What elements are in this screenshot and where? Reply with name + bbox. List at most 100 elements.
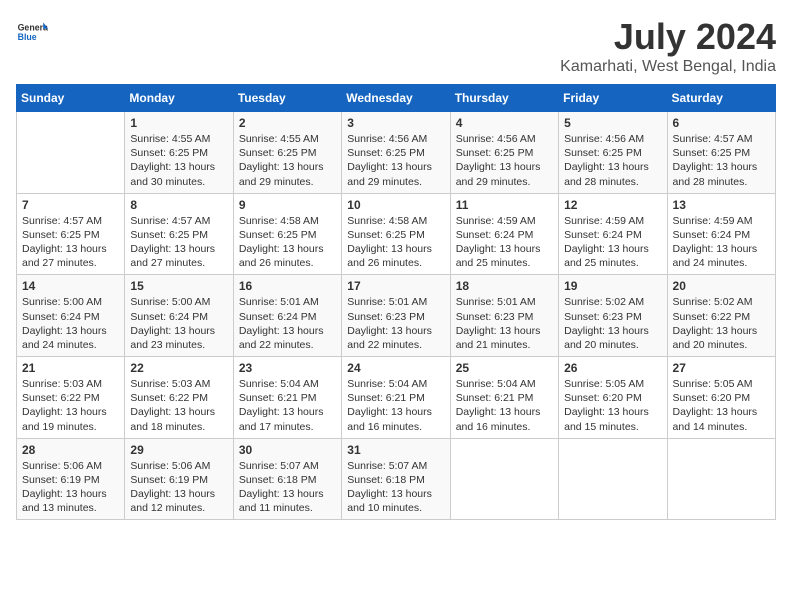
cell-info: and 10 minutes. [347,501,444,515]
day-number: 27 [673,361,770,375]
cell-info: Sunrise: 5:07 AM [347,459,444,473]
cell-info: Sunrise: 4:59 AM [456,214,553,228]
cell-info: Daylight: 13 hours [22,405,119,419]
calendar-cell: 10Sunrise: 4:58 AMSunset: 6:25 PMDayligh… [342,193,450,275]
day-number: 7 [22,198,119,212]
calendar-cell: 24Sunrise: 5:04 AMSunset: 6:21 PMDayligh… [342,357,450,439]
cell-info: and 14 minutes. [673,420,770,434]
cell-info: Sunset: 6:24 PM [239,310,336,324]
day-number: 14 [22,279,119,293]
calendar-cell [17,112,125,194]
month-title: July 2024 [560,16,776,58]
cell-info: Sunset: 6:24 PM [564,228,661,242]
cell-info: Sunset: 6:25 PM [239,146,336,160]
cell-info: Sunrise: 5:07 AM [239,459,336,473]
day-number: 12 [564,198,661,212]
day-number: 31 [347,443,444,457]
calendar-cell: 2Sunrise: 4:55 AMSunset: 6:25 PMDaylight… [233,112,341,194]
cell-info: Sunrise: 5:06 AM [130,459,227,473]
day-number: 29 [130,443,227,457]
calendar-cell: 17Sunrise: 5:01 AMSunset: 6:23 PMDayligh… [342,275,450,357]
cell-info: and 19 minutes. [22,420,119,434]
cell-info: Sunrise: 4:56 AM [347,132,444,146]
cell-info: Daylight: 13 hours [22,242,119,256]
cell-info: Sunrise: 5:03 AM [130,377,227,391]
cell-info: Sunrise: 5:01 AM [239,295,336,309]
cell-info: and 12 minutes. [130,501,227,515]
day-number: 21 [22,361,119,375]
cell-info: Sunrise: 4:59 AM [673,214,770,228]
cell-info: Sunset: 6:21 PM [347,391,444,405]
calendar-cell: 3Sunrise: 4:56 AMSunset: 6:25 PMDaylight… [342,112,450,194]
cell-info: and 25 minutes. [456,256,553,270]
cell-info: Sunset: 6:20 PM [564,391,661,405]
cell-info: Sunrise: 4:55 AM [130,132,227,146]
cell-info: Daylight: 13 hours [22,324,119,338]
cell-info: Daylight: 13 hours [130,324,227,338]
cell-info: and 23 minutes. [130,338,227,352]
calendar-cell: 15Sunrise: 5:00 AMSunset: 6:24 PMDayligh… [125,275,233,357]
cell-info: and 27 minutes. [22,256,119,270]
cell-info: Daylight: 13 hours [239,324,336,338]
cell-info: Sunrise: 4:57 AM [130,214,227,228]
day-number: 16 [239,279,336,293]
cell-info: and 20 minutes. [564,338,661,352]
calendar-cell: 25Sunrise: 5:04 AMSunset: 6:21 PMDayligh… [450,357,558,439]
cell-info: Sunrise: 5:06 AM [22,459,119,473]
calendar-cell: 26Sunrise: 5:05 AMSunset: 6:20 PMDayligh… [559,357,667,439]
calendar-table: SundayMondayTuesdayWednesdayThursdayFrid… [16,84,776,520]
cell-info: Daylight: 13 hours [22,487,119,501]
day-number: 24 [347,361,444,375]
cell-info: Daylight: 13 hours [130,160,227,174]
cell-info: Daylight: 13 hours [130,242,227,256]
cell-info: Sunset: 6:21 PM [456,391,553,405]
calendar-cell: 16 Sunrise: 5:01 AMSunset: 6:24 PMDayligh… [233,275,341,357]
cell-info: Sunset: 6:19 PM [130,473,227,487]
logo: General Blue [16,16,48,48]
cell-info: Sunrise: 5:05 AM [564,377,661,391]
cell-info: Sunset: 6:22 PM [130,391,227,405]
title-area: July 2024 Kamarhati, West Bengal, India [560,16,776,76]
cell-info: and 13 minutes. [22,501,119,515]
day-number: 23 [239,361,336,375]
calendar-cell [667,438,775,520]
cell-info: Sunset: 6:24 PM [456,228,553,242]
day-number: 4 [456,116,553,130]
day-number: 13 [673,198,770,212]
cell-info: and 30 minutes. [130,175,227,189]
cell-info: Sunrise: 5:02 AM [564,295,661,309]
day-number: 8 [130,198,227,212]
calendar-cell: 19Sunrise: 5:02 AMSunset: 6:23 PMDayligh… [559,275,667,357]
day-number: 26 [564,361,661,375]
calendar-cell: 13Sunrise: 4:59 AMSunset: 6:24 PMDayligh… [667,193,775,275]
cell-info: Sunrise: 5:04 AM [239,377,336,391]
cell-info: and 15 minutes. [564,420,661,434]
cell-info: and 22 minutes. [239,338,336,352]
calendar-cell: 21Sunrise: 5:03 AMSunset: 6:22 PMDayligh… [17,357,125,439]
cell-info: Daylight: 13 hours [564,242,661,256]
cell-info: Daylight: 13 hours [564,160,661,174]
day-number: 1 [130,116,227,130]
cell-info: Sunset: 6:23 PM [347,310,444,324]
cell-info: Sunrise: 5:05 AM [673,377,770,391]
cell-info: and 18 minutes. [130,420,227,434]
cell-info: Daylight: 13 hours [456,405,553,419]
day-number: 9 [239,198,336,212]
cell-info: Sunset: 6:25 PM [564,146,661,160]
calendar-cell: 18Sunrise: 5:01 AMSunset: 6:23 PMDayligh… [450,275,558,357]
calendar-cell [559,438,667,520]
cell-info: Daylight: 13 hours [564,324,661,338]
calendar-cell: 28Sunrise: 5:06 AMSunset: 6:19 PMDayligh… [17,438,125,520]
cell-info: Sunrise: 5:00 AM [22,295,119,309]
cell-info: Sunset: 6:25 PM [673,146,770,160]
calendar-cell: 5Sunrise: 4:56 AMSunset: 6:25 PMDaylight… [559,112,667,194]
day-number: 2 [239,116,336,130]
calendar-cell: 4Sunrise: 4:56 AMSunset: 6:25 PMDaylight… [450,112,558,194]
day-number: 18 [456,279,553,293]
cell-info: Sunset: 6:22 PM [22,391,119,405]
header: General Blue July 2024 Kamarhati, West B… [16,16,776,76]
cell-info: and 21 minutes. [456,338,553,352]
cell-info: Daylight: 13 hours [456,324,553,338]
cell-info: and 29 minutes. [347,175,444,189]
cell-info: Daylight: 13 hours [673,242,770,256]
